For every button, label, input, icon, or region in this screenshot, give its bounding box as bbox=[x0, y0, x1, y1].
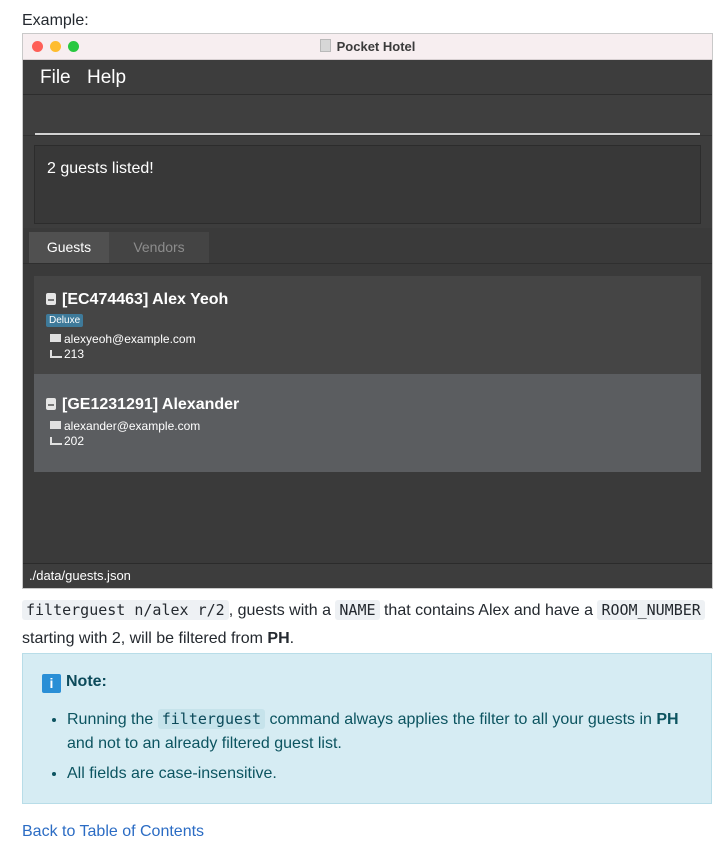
document-icon bbox=[319, 39, 331, 52]
guest-icon bbox=[46, 398, 56, 410]
guest-icon bbox=[46, 293, 56, 305]
status-bar-file-path: ./data/guests.json bbox=[23, 563, 712, 588]
guest-card[interactable]: [GE1231291] Alexander alexander@example.… bbox=[34, 374, 701, 472]
note-text: and not to an already filtered guest lis… bbox=[67, 735, 342, 752]
menu-file[interactable]: File bbox=[40, 67, 71, 89]
guest-name: [EC474463] Alex Yeoh bbox=[62, 291, 229, 308]
tab-vendors[interactable]: Vendors bbox=[109, 232, 209, 263]
info-icon: i bbox=[42, 674, 61, 693]
menu-bar: File Help bbox=[23, 60, 712, 95]
filterguest-code: filterguest bbox=[157, 709, 266, 729]
note-text: command always applies the filter to all… bbox=[265, 711, 657, 728]
note-heading-text: Note: bbox=[66, 673, 107, 690]
command-code: filterguest n/alex r/2 bbox=[22, 600, 229, 620]
result-area: 2 guests listed! bbox=[23, 136, 712, 228]
description-text: that contains Alex and have a bbox=[379, 602, 598, 619]
guest-email-line: alexander@example.com bbox=[50, 419, 200, 433]
room-number-code: ROOM_NUMBER bbox=[597, 600, 705, 620]
title-bar: Pocket Hotel bbox=[23, 34, 712, 60]
guest-name-line: [EC474463] Alex Yeoh bbox=[46, 291, 228, 309]
ph-bold: PH bbox=[267, 630, 290, 647]
menu-help[interactable]: Help bbox=[87, 67, 126, 89]
room-type-badge: Deluxe bbox=[46, 314, 84, 327]
example-description: filterguest n/alex r/2, guests with a NA… bbox=[22, 596, 712, 653]
description-text: starting with 2, will be filtered from bbox=[22, 630, 268, 647]
guest-email: alexander@example.com bbox=[64, 419, 201, 433]
tab-guests[interactable]: Guests bbox=[29, 232, 109, 263]
note-item: Running the filterguest command always a… bbox=[67, 707, 707, 756]
window-title: Pocket Hotel bbox=[23, 39, 712, 54]
bed-icon bbox=[50, 350, 62, 358]
bed-icon bbox=[50, 437, 62, 445]
guest-card[interactable]: [EC474463] Alex Yeoh Deluxe alexyeoh@exa… bbox=[34, 276, 701, 374]
note-box: i Note: Running the filterguest command a… bbox=[22, 653, 712, 804]
note-text: Running the bbox=[67, 711, 158, 728]
guest-room-line: 213 bbox=[50, 347, 84, 361]
guest-list: [EC474463] Alex Yeoh Deluxe alexyeoh@exa… bbox=[34, 276, 701, 472]
guest-email-line: alexyeoh@example.com bbox=[50, 332, 196, 346]
guest-email: alexyeoh@example.com bbox=[64, 332, 196, 346]
mail-icon bbox=[50, 334, 61, 342]
tab-bar: Guests Vendors bbox=[23, 228, 712, 264]
note-list: Running the filterguest command always a… bbox=[45, 701, 707, 792]
result-display: 2 guests listed! bbox=[34, 145, 701, 224]
description-text: . bbox=[289, 630, 295, 647]
note-item: All fields are case-insensitive. bbox=[67, 762, 707, 786]
guest-room: 202 bbox=[64, 434, 85, 448]
command-area bbox=[23, 95, 712, 136]
app-window: Pocket Hotel File Help 2 guests listed! … bbox=[22, 33, 713, 589]
window-title-text: Pocket Hotel bbox=[336, 39, 416, 54]
guest-name-line: [GE1231291] Alexander bbox=[46, 396, 239, 414]
description-text: , guests with a bbox=[228, 602, 336, 619]
back-to-toc-link[interactable]: Back to Table of Contents bbox=[22, 823, 204, 841]
example-label: Example: bbox=[22, 12, 89, 29]
guest-name: [GE1231291] Alexander bbox=[62, 396, 240, 413]
command-input[interactable] bbox=[35, 107, 700, 135]
guest-room-line: 202 bbox=[50, 434, 84, 448]
ph-bold: PH bbox=[656, 711, 679, 728]
name-code: NAME bbox=[335, 600, 380, 620]
note-heading: i Note: bbox=[42, 673, 107, 693]
mail-icon bbox=[50, 421, 61, 429]
guest-room: 213 bbox=[64, 347, 85, 361]
